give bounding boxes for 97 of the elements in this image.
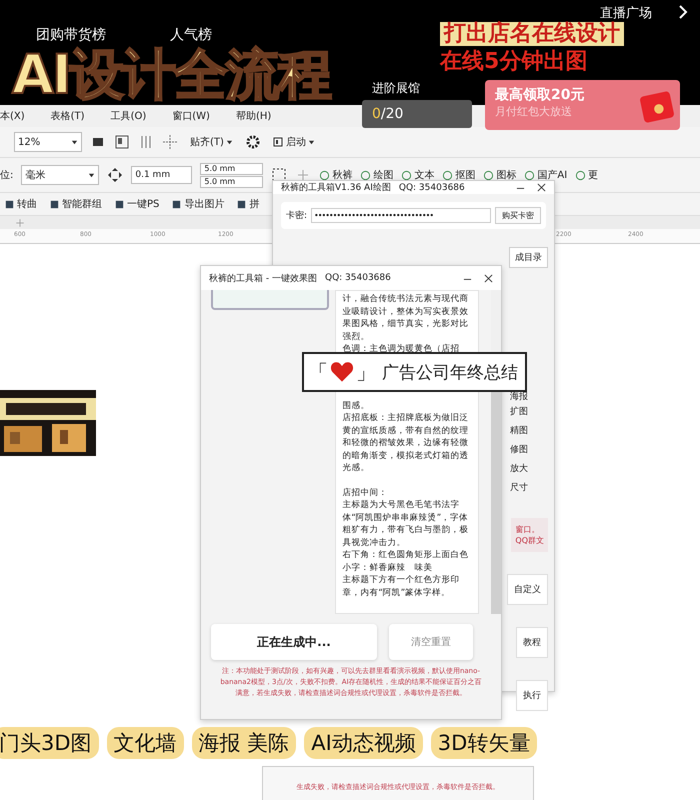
note-text: 窗口。 QQ群文: [511, 518, 548, 552]
live-square-link[interactable]: 直播广场: [600, 4, 652, 22]
dup-y-field[interactable]: 5.0 mm: [200, 176, 264, 188]
window-title: 秋裤的工具箱 - 一键效果图: [209, 272, 317, 284]
square-icon: [236, 198, 248, 210]
page-icon[interactable]: [114, 134, 130, 150]
side-menu-item[interactable]: 修图: [510, 443, 548, 456]
settings-icon[interactable]: [244, 134, 261, 150]
prompt-text: 右下角：红色圆角矩形上面白色小字：鲜香麻辣 味美: [342, 549, 470, 574]
chevron-right-icon[interactable]: [678, 4, 688, 20]
prompt-text: 店招中间：: [342, 486, 388, 499]
promo-text: 在线5分钟出图: [440, 50, 588, 74]
square-icon: [171, 198, 182, 210]
feature-tag: 门头3D图: [0, 727, 99, 759]
menu-item[interactable]: 本(X): [0, 109, 25, 123]
circle-icon: [360, 170, 372, 180]
reward-subtitle: 月付红包大放送: [495, 104, 573, 119]
feature-tag: 文化墙: [106, 727, 184, 759]
move-icon: [107, 167, 124, 183]
action-button[interactable]: 教程: [516, 627, 548, 658]
square-icon: [114, 198, 125, 210]
zoom-dropdown[interactable]: 12%: [14, 132, 82, 152]
prompt-text: 计，融合传统书法元素与现代商业吸睛设计，整体为写实夜景效果图风格，细节真实，光影对比强烈。: [342, 293, 470, 343]
snap-button[interactable]: 贴齐(T): [186, 133, 237, 151]
caption-text: 广告公司年终总结: [382, 362, 518, 384]
qq-number: QQ: 35403686: [398, 182, 466, 192]
plugin-button[interactable]: 国产AI: [524, 168, 568, 182]
close-icon[interactable]: [537, 183, 546, 192]
side-menu-item[interactable]: 扩图: [510, 405, 548, 418]
plugin-button[interactable]: 绘图: [360, 168, 394, 182]
circle-icon: [442, 170, 454, 180]
side-menu-item[interactable]: 放大: [510, 462, 548, 475]
plugin-button[interactable]: 图标: [483, 168, 516, 182]
action-button[interactable]: 执行: [516, 680, 548, 711]
prompt-text: 主标题为大号黑色毛笔书法字体“阿凯围炉串串麻辣烫”，字体粗犷有力，带有飞白与墨韵，极具视觉冲击力。: [342, 499, 470, 549]
unit-dropdown[interactable]: 毫米: [21, 165, 100, 185]
tool-button[interactable]: 导出图片: [171, 197, 224, 211]
nudge-field[interactable]: 0.1 mm: [131, 166, 192, 184]
guides-icon[interactable]: [162, 134, 178, 150]
menu-item[interactable]: 窗口(W): [172, 109, 210, 123]
action-button[interactable]: 自定义: [507, 574, 548, 605]
heart-icon: [330, 361, 354, 383]
ranking-link[interactable]: 团购带货榜: [36, 26, 106, 44]
promo-text: 打出店名在线设计: [440, 22, 624, 46]
circle-icon: [483, 170, 494, 180]
tool-button[interactable]: 一键PS: [114, 197, 160, 211]
circle-icon: [575, 170, 586, 180]
caret-icon: [226, 138, 233, 146]
unit-label: 位:: [0, 169, 14, 182]
progress-total: /20: [380, 106, 404, 122]
menu-item[interactable]: 帮助(H): [236, 109, 272, 123]
launch-button[interactable]: 启动: [268, 133, 319, 151]
feature-tag: 海报 美陈: [192, 727, 296, 759]
banner-title: AI设计全流程: [12, 48, 330, 102]
progress-label: 进阶展馆: [372, 80, 420, 97]
feature-tag: 3D转矢量: [430, 727, 538, 759]
menu-item[interactable]: 表格(T): [50, 109, 85, 123]
qq-number: QQ: 35403686: [324, 273, 392, 283]
caret-icon: [308, 138, 315, 146]
ranking-link[interactable]: 人气榜: [170, 26, 212, 44]
side-menu-item[interactable]: 精图: [510, 424, 548, 437]
window-icon: [272, 137, 283, 147]
circle-icon: [319, 170, 330, 180]
plugin-button[interactable]: 抠图: [442, 168, 476, 182]
caret-icon: [88, 172, 96, 178]
generate-button[interactable]: 正在生成中...: [211, 624, 377, 660]
window-title: 秋裤的工具箱V1.36 AI绘图: [281, 182, 391, 194]
buy-key-button[interactable]: 购买卡密: [495, 207, 541, 224]
circle-icon: [524, 170, 536, 180]
plugin-button[interactable]: 文本: [401, 168, 434, 182]
reward-title: 最高领取20元: [495, 86, 586, 104]
circle-icon: [401, 170, 412, 180]
progress-card[interactable]: 0/20: [362, 100, 472, 128]
close-icon[interactable]: [484, 274, 493, 282]
plugin-button[interactable]: 秋裤: [319, 168, 352, 182]
key-label: 卡密:: [286, 210, 308, 222]
progress-count: 0: [372, 106, 381, 122]
plugin-button[interactable]: 更: [575, 168, 598, 182]
square-icon: [49, 198, 60, 210]
caret-icon: [71, 138, 78, 146]
reset-button[interactable]: 清空重置: [389, 624, 473, 660]
dup-x-field[interactable]: 5.0 mm: [200, 162, 264, 174]
key-field[interactable]: ••••••••••••••••••••••••••••••••: [311, 208, 491, 223]
square-icon: [4, 198, 15, 210]
prompt-text: 店招底板：主招牌底板为做旧泛黄的宣纸质感，带有自然的纹理和轻微的褶皱效果，边缘有轻微的暗角渐变，模拟老式灯箱的透光感。: [342, 412, 470, 474]
tool-button[interactable]: 拼: [236, 197, 260, 211]
side-menu-item[interactable]: 尺寸: [510, 481, 548, 494]
tool-button[interactable]: 转曲: [4, 197, 37, 211]
side-menu-item[interactable]: 海报: [510, 390, 548, 403]
bracket: 」: [356, 358, 376, 386]
prompt-text: 围感。: [342, 400, 370, 412]
feature-tag: AI动态视频: [304, 727, 423, 759]
bracket: 「: [308, 358, 328, 386]
menu-item[interactable]: 工具(O): [110, 109, 146, 123]
tool-button[interactable]: 智能群组: [49, 197, 102, 211]
prompt-text: 主标题下方有一个红色方形印章，内有“阿凯”篆体字样。: [342, 574, 460, 599]
select-icon[interactable]: [271, 167, 288, 183]
